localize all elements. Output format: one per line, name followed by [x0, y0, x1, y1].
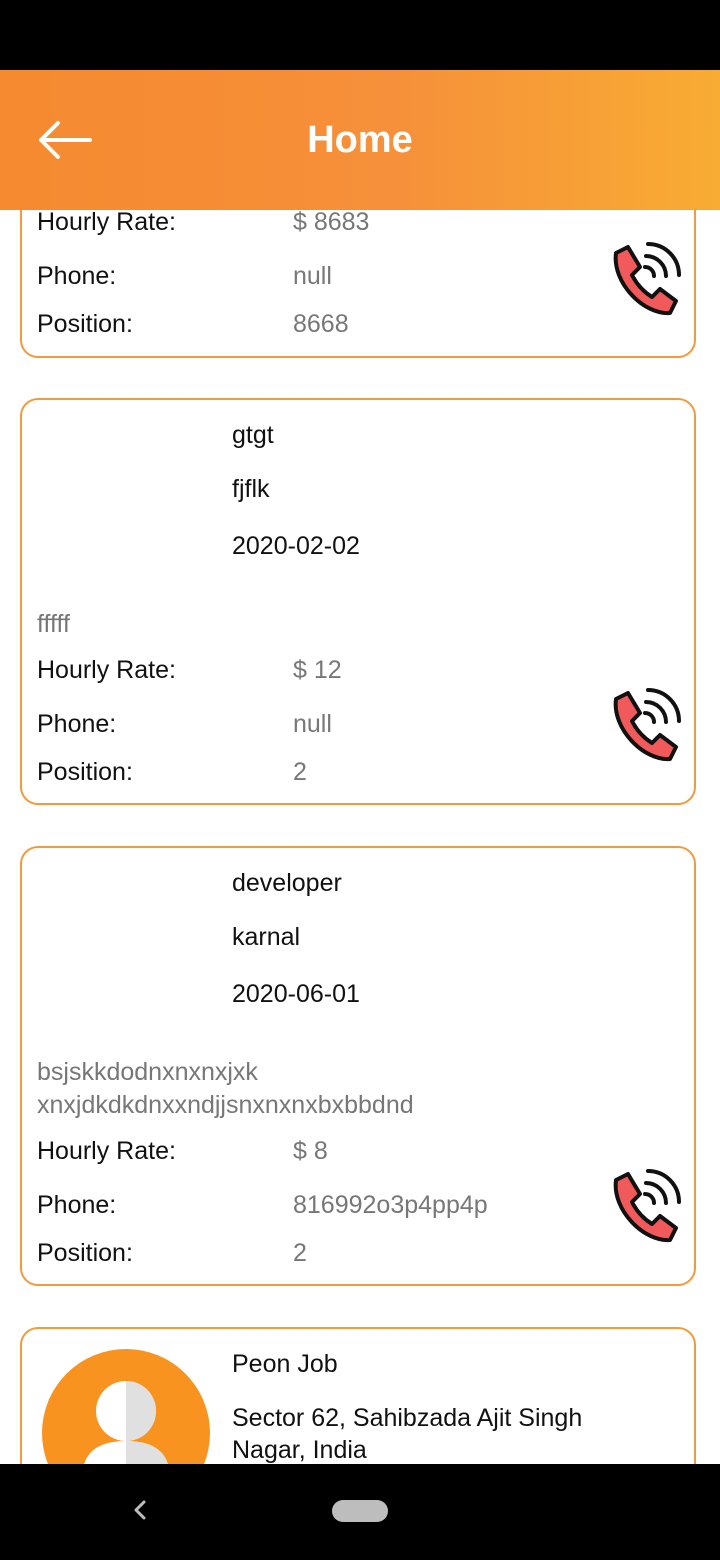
job-title: Peon Job [232, 1350, 338, 1378]
phone-call-icon [613, 688, 681, 762]
position-value: 2 [293, 1239, 307, 1267]
position-label: Position: [37, 1239, 133, 1267]
position-value: 2 [293, 758, 307, 786]
job-date: 2020-02-02 [232, 532, 360, 560]
job-description: fffff [37, 610, 70, 638]
position-label: Position: [37, 310, 133, 338]
job-description: bsjskkdodnxnxnxjxk [37, 1058, 258, 1086]
job-description: xnxjdkdkdnxxndjjsnxnxnxbxbbdnd [37, 1091, 414, 1119]
nav-home-button[interactable] [332, 1500, 388, 1522]
job-date: 2020-06-01 [232, 980, 360, 1008]
position-label: Position: [37, 758, 133, 786]
job-location: Nagar, India [232, 1436, 367, 1464]
job-card[interactable]: Peon Job Sector 62, Sahibzada Ajit Singh… [20, 1327, 696, 1464]
phone-label: Phone: [37, 710, 117, 738]
hourly-rate-value: $ 8683 [293, 210, 370, 236]
chevron-left-icon [134, 1500, 146, 1520]
phone-call-icon [613, 242, 681, 316]
job-location: Sector 62, Sahibzada Ajit Singh [232, 1404, 583, 1432]
hourly-rate-value: $ 8 [293, 1137, 328, 1165]
hourly-rate-value: $ 12 [293, 656, 342, 684]
status-bar [0, 0, 720, 70]
phone-value: 816992o3p4pp4p [293, 1191, 488, 1219]
hourly-rate-label: Hourly Rate: [37, 656, 176, 684]
phone-label: Phone: [37, 1191, 117, 1219]
job-card[interactable]: Hourly Rate: $ 8683 Phone: null Position… [20, 210, 696, 358]
phone-label: Phone: [37, 262, 117, 290]
user-avatar-icon [84, 1381, 168, 1464]
call-button[interactable] [604, 1164, 686, 1246]
nav-back-button[interactable] [120, 1490, 160, 1530]
job-title: developer [232, 869, 342, 897]
job-location: karnal [232, 923, 301, 951]
hourly-rate-label: Hourly Rate: [37, 1137, 176, 1165]
call-button[interactable] [604, 683, 686, 765]
job-title: gtgt [232, 421, 274, 449]
phone-call-icon [613, 1169, 681, 1243]
hourly-rate-label: Hourly Rate: [37, 210, 176, 236]
app-bar: Home [0, 70, 720, 210]
page-title: Home [307, 119, 413, 161]
job-card[interactable]: developer karnal 2020-06-01 bsjskkdodnxn… [20, 846, 696, 1286]
phone-value: null [293, 262, 332, 290]
avatar [42, 1349, 210, 1464]
job-list[interactable]: Hourly Rate: $ 8683 Phone: null Position… [0, 210, 720, 1464]
job-location: fjflk [232, 475, 270, 503]
call-button[interactable] [604, 237, 686, 319]
job-card[interactable]: gtgt fjflk 2020-02-02 fffff Hourly Rate:… [20, 398, 696, 805]
phone-value: null [293, 710, 332, 738]
position-value: 8668 [293, 310, 349, 338]
